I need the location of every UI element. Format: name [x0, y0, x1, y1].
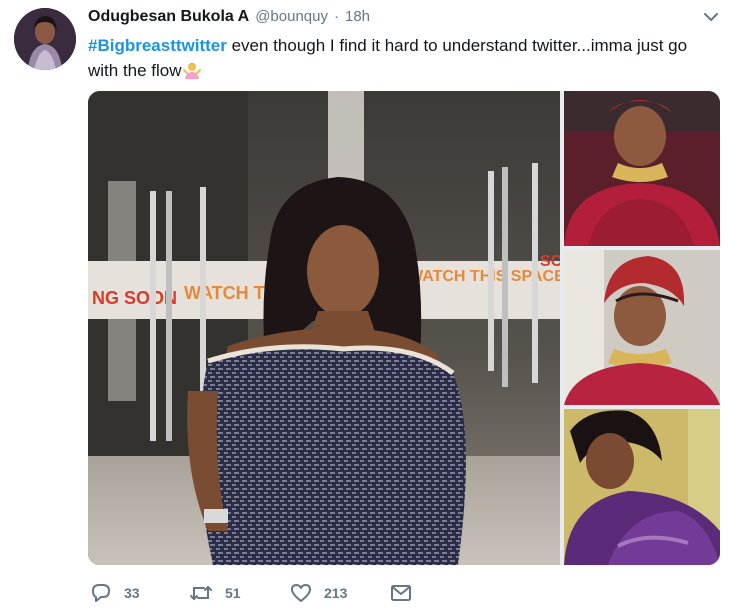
retweet-icon	[189, 583, 213, 603]
person-shrugging-emoji-icon	[182, 61, 201, 79]
retweet-count: 51	[225, 585, 241, 601]
chevron-down-icon	[704, 9, 718, 27]
heart-icon	[290, 583, 312, 603]
like-button[interactable]: 213	[290, 580, 347, 606]
banner-far-right-text: SO	[540, 253, 563, 270]
reply-button[interactable]: 33	[90, 580, 140, 606]
author-name[interactable]: Odugbesan Bukola A	[88, 8, 249, 26]
tweet-header: Odugbesan Bukola A @bounquy · 18h	[88, 8, 370, 30]
direct-message-button[interactable]	[390, 580, 412, 606]
more-options-button[interactable]	[701, 9, 721, 27]
avatar[interactable]	[14, 8, 76, 70]
separator: ·	[333, 8, 339, 25]
main-photo: NG SOON WATCH THIS WATCH THIS SPACE SO	[88, 91, 565, 565]
like-count: 213	[324, 585, 348, 601]
thumbnail-photo-1	[564, 91, 720, 246]
tweet-text: #Bigbreasttwitter even though I find it …	[88, 33, 718, 83]
retweet-button[interactable]: 51	[189, 580, 241, 606]
reply-icon	[90, 582, 112, 604]
hashtag-link[interactable]: #Bigbreasttwitter	[88, 36, 227, 55]
author-handle[interactable]: @bounquy	[255, 8, 328, 25]
reply-count: 33	[124, 585, 140, 601]
thumbnail-photo-3	[564, 409, 720, 565]
thumbnail-photo-2	[564, 250, 720, 405]
banner-right-text: WATCH THIS SPACE	[408, 268, 565, 285]
timestamp[interactable]: 18h	[345, 8, 370, 25]
tweet[interactable]: Odugbesan Bukola A @bounquy · 18h #Bigbr…	[0, 0, 732, 610]
envelope-icon	[390, 584, 412, 602]
banner-left-text: NG SOON	[92, 288, 177, 308]
media-grid[interactable]: NG SOON WATCH THIS WATCH THIS SPACE SO	[88, 91, 720, 565]
